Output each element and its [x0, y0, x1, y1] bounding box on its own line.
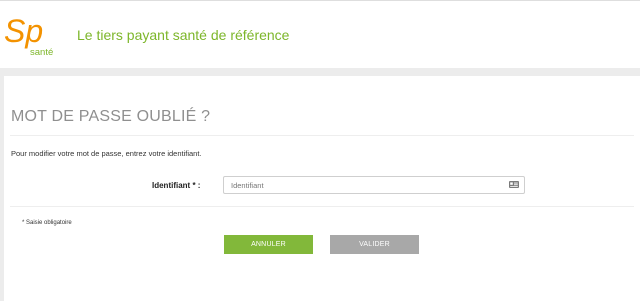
title-divider: [10, 135, 634, 136]
cancel-button[interactable]: ANNULER: [224, 235, 313, 254]
svg-text:santé: santé: [30, 47, 53, 57]
site-tagline: Le tiers payant santé de référence: [77, 27, 290, 43]
identifier-label: Identifiant * :: [152, 181, 201, 190]
id-card-icon: [509, 181, 519, 188]
identifier-input[interactable]: [223, 176, 525, 194]
site-header: Sp santé Le tiers payant santé de référe…: [0, 0, 640, 68]
instruction-text: Pour modifier votre mot de passe, entrez…: [11, 149, 202, 158]
main-content: MOT DE PASSE OUBLIÉ ? Pour modifier votr…: [4, 76, 640, 301]
required-field-note: * Saisie obligatoire: [22, 220, 72, 226]
validate-button[interactable]: VALIDER: [330, 235, 419, 254]
sp-sante-logo[interactable]: Sp santé: [4, 11, 64, 57]
svg-text:Sp: Sp: [4, 13, 43, 49]
page-title: MOT DE PASSE OUBLIÉ ?: [11, 108, 211, 125]
form-divider: [10, 206, 634, 207]
